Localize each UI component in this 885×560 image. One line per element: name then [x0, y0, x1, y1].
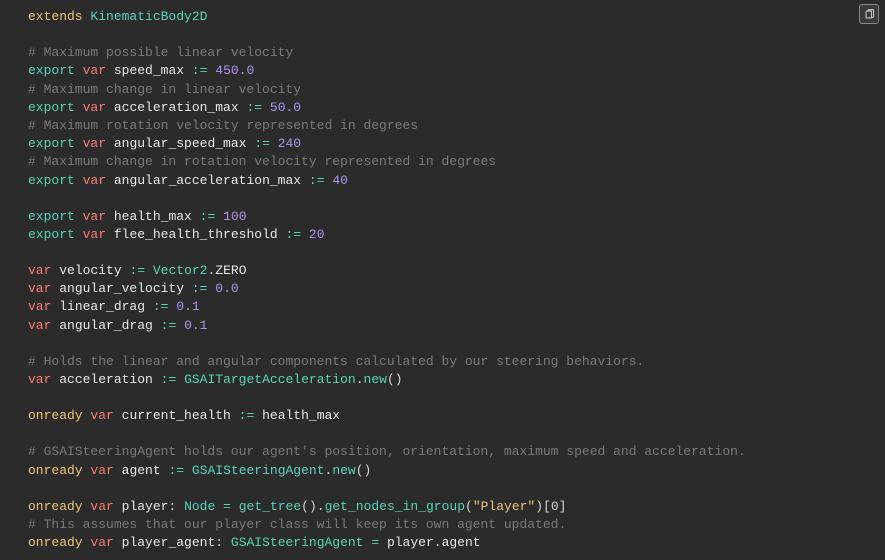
code-line: onready var agent := GSAISteeringAgent.n… — [28, 462, 857, 480]
code-line: extends KinematicBody2D — [28, 8, 857, 26]
code-line: export var angular_acceleration_max := 4… — [28, 172, 857, 190]
code-line: onready var current_health := health_max — [28, 407, 857, 425]
code-line: export var acceleration_max := 50.0 — [28, 99, 857, 117]
code-line: # Maximum rotation velocity represented … — [28, 117, 857, 135]
code-line: var acceleration := GSAITargetAccelerati… — [28, 371, 857, 389]
code-line: export var flee_health_threshold := 20 — [28, 226, 857, 244]
code-line: # GSAISteeringAgent holds our agent's po… — [28, 443, 857, 461]
code-line: onready var player: Node = get_tree().ge… — [28, 498, 857, 516]
code-line: var linear_drag := 0.1 — [28, 298, 857, 316]
copy-icon — [864, 9, 875, 20]
code-block: extends KinematicBody2D # Maximum possib… — [0, 0, 885, 560]
code-line: # Maximum possible linear velocity — [28, 44, 857, 62]
code-line: var angular_drag := 0.1 — [28, 317, 857, 335]
code-line: export var angular_speed_max := 240 — [28, 135, 857, 153]
code-line: export var health_max := 100 — [28, 208, 857, 226]
code-line: onready var player_agent: GSAISteeringAg… — [28, 534, 857, 552]
code-line: # Maximum change in linear velocity — [28, 81, 857, 99]
copy-button[interactable] — [859, 4, 879, 24]
code-line: # Maximum change in rotation velocity re… — [28, 153, 857, 171]
code-line: var velocity := Vector2.ZERO — [28, 262, 857, 280]
code-line: export var speed_max := 450.0 — [28, 62, 857, 80]
code-line: # Holds the linear and angular component… — [28, 353, 857, 371]
code-line: var angular_velocity := 0.0 — [28, 280, 857, 298]
code-line: # This assumes that our player class wil… — [28, 516, 857, 534]
